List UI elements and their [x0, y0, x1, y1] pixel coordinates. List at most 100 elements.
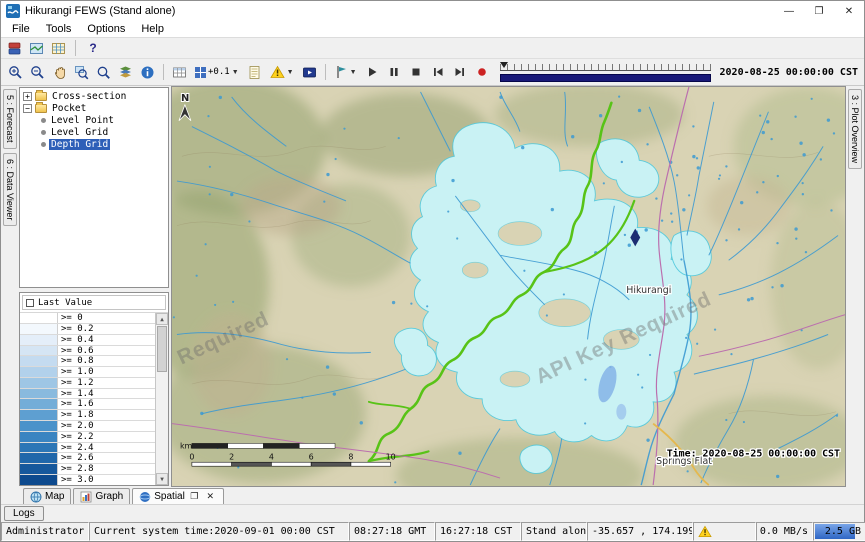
- scroll-up-icon[interactable]: ▲: [156, 313, 168, 325]
- status-mode: Stand alone: [521, 522, 587, 541]
- legend-header-label: Last Value: [38, 298, 92, 308]
- menu-tools[interactable]: Tools: [38, 22, 80, 36]
- legend-color-swatch: [20, 421, 58, 431]
- expand-icon[interactable]: +: [23, 92, 32, 101]
- zoom-in-icon[interactable]: [5, 62, 26, 83]
- warning-icon: [270, 65, 285, 79]
- timeline-handle[interactable]: [500, 62, 508, 72]
- legend-entry-label: >= 0.8: [58, 356, 94, 366]
- north-label: N: [181, 93, 189, 104]
- legend-row: >= 0: [20, 313, 155, 324]
- tab-data-viewer[interactable]: 6 : Data Viewer: [3, 153, 17, 226]
- tab-graph[interactable]: Graph: [73, 488, 130, 504]
- zoom-previous-icon[interactable]: [93, 62, 114, 83]
- maximize-button[interactable]: ❐: [804, 1, 834, 21]
- logs-button[interactable]: Logs: [4, 506, 44, 521]
- tab-spatial[interactable]: Spatial ❐ ✕: [132, 488, 224, 504]
- legend-row: >= 0.8: [20, 356, 155, 367]
- logs-row: Logs: [1, 504, 864, 522]
- document-icon[interactable]: [244, 62, 265, 83]
- legend-row: >= 1.4: [20, 389, 155, 400]
- left-panel: + Cross-section − Pocket Level Point Lev…: [19, 86, 171, 487]
- tree-item-cross-section[interactable]: + Cross-section: [20, 90, 168, 102]
- menu-file[interactable]: File: [4, 22, 38, 36]
- legend-row: >= 2.8: [20, 464, 155, 475]
- legend-row: >= 2.0: [20, 421, 155, 432]
- collapse-icon[interactable]: −: [23, 104, 32, 113]
- title-bar: Hikurangi FEWS (Stand alone) — ❐ ✕: [1, 1, 864, 21]
- legend-row: >= 0.6: [20, 346, 155, 357]
- profile-tool-control[interactable]: ▼: [331, 62, 361, 83]
- minimize-button[interactable]: —: [774, 1, 804, 21]
- play-button[interactable]: [362, 62, 383, 83]
- legend-entry-label: >= 3.0: [58, 475, 94, 485]
- status-local-time: 16:27:18 CST: [435, 522, 521, 541]
- map-canvas[interactable]: API Key Required API Key Required Hikura…: [171, 86, 846, 487]
- help-button[interactable]: ?: [84, 39, 102, 57]
- scroll-track[interactable]: [156, 325, 168, 473]
- tab-map[interactable]: Map: [23, 488, 71, 504]
- spatial-icon: [139, 491, 151, 503]
- current-timestep-label: 2020-08-25 00:00:00 CST: [720, 67, 860, 78]
- folder-icon: [35, 104, 47, 113]
- map-display-icon[interactable]: [27, 39, 45, 57]
- timeline-slider[interactable]: [500, 60, 711, 84]
- scroll-thumb[interactable]: [157, 326, 167, 372]
- legend-entry-label: >= 2.4: [58, 443, 94, 453]
- zoom-extent-icon[interactable]: [71, 62, 92, 83]
- tree-item-pocket[interactable]: − Pocket: [20, 102, 168, 114]
- pause-button[interactable]: [384, 62, 405, 83]
- legend-entry-label: >= 1.8: [58, 410, 94, 420]
- legend-color-swatch: [20, 410, 58, 420]
- legend-entry-label: >= 0.6: [58, 346, 94, 356]
- tab-restore-icon[interactable]: ❐: [188, 490, 201, 503]
- tab-forecast[interactable]: 5 : Forecast: [3, 89, 17, 149]
- animation-display-icon[interactable]: [299, 62, 320, 83]
- menu-help[interactable]: Help: [133, 22, 172, 36]
- zoom-out-icon[interactable]: [27, 62, 48, 83]
- record-button[interactable]: [472, 62, 493, 83]
- legend-row: >= 2.4: [20, 443, 155, 454]
- tree-item-level-point[interactable]: Level Point: [20, 114, 168, 126]
- tab-plot-overview[interactable]: 3 : Plot Overview: [848, 89, 862, 169]
- database-icon[interactable]: [5, 39, 23, 57]
- status-warning[interactable]: [693, 522, 756, 541]
- timeline-range-bar[interactable]: [500, 74, 711, 82]
- skip-to-end-button[interactable]: [450, 62, 471, 83]
- skip-to-start-button[interactable]: [428, 62, 449, 83]
- pan-hand-icon[interactable]: [49, 62, 70, 83]
- scroll-down-icon[interactable]: ▼: [156, 473, 168, 485]
- scale-tick: 10: [386, 452, 396, 461]
- town-label: Hikurangi: [626, 285, 671, 296]
- legend-scrollbar[interactable]: ▲ ▼: [155, 313, 168, 485]
- app-logo-icon: [6, 4, 20, 18]
- status-memory: 2.5 GB: [813, 522, 865, 541]
- menu-options[interactable]: Options: [79, 22, 133, 36]
- legend-color-swatch: [20, 367, 58, 377]
- legend-list: >= 0>= 0.2>= 0.4>= 0.6>= 0.8>= 1.0>= 1.2…: [20, 313, 155, 485]
- grid-display-icon[interactable]: [49, 39, 67, 57]
- legend-color-swatch: [20, 389, 58, 399]
- left-tab-strip: 5 : Forecast 6 : Data Viewer: [1, 86, 19, 487]
- stop-button[interactable]: [406, 62, 427, 83]
- legend-entry-label: >= 2.2: [58, 432, 94, 442]
- tree-item-label: Level Grid: [49, 127, 110, 138]
- tree-item-depth-grid[interactable]: Depth Grid: [20, 138, 168, 150]
- tab-close-icon[interactable]: ✕: [204, 490, 217, 503]
- info-icon[interactable]: [137, 62, 158, 83]
- grid-table-icon[interactable]: [169, 62, 190, 83]
- tree-item-level-grid[interactable]: Level Grid: [20, 126, 168, 138]
- tree-item-label-selected: Depth Grid: [49, 139, 110, 150]
- profile-tool-icon: [335, 65, 348, 79]
- layers-icon[interactable]: [115, 62, 136, 83]
- warning-threshold-control[interactable]: ▼: [266, 62, 298, 83]
- view-tab-bar: Map Graph Spatial ❐ ✕: [1, 487, 864, 504]
- warning-icon: [698, 525, 712, 538]
- contour-interval-control[interactable]: +0.1 ▼: [191, 62, 243, 83]
- close-button[interactable]: ✕: [834, 1, 864, 21]
- legend-body: >= 0>= 0.2>= 0.4>= 0.6>= 0.8>= 1.0>= 1.2…: [20, 312, 168, 485]
- legend-color-swatch: [20, 346, 58, 356]
- last-value-checkbox[interactable]: [26, 299, 34, 307]
- chevron-down-icon: ▼: [350, 69, 357, 76]
- legend-color-swatch: [20, 324, 58, 334]
